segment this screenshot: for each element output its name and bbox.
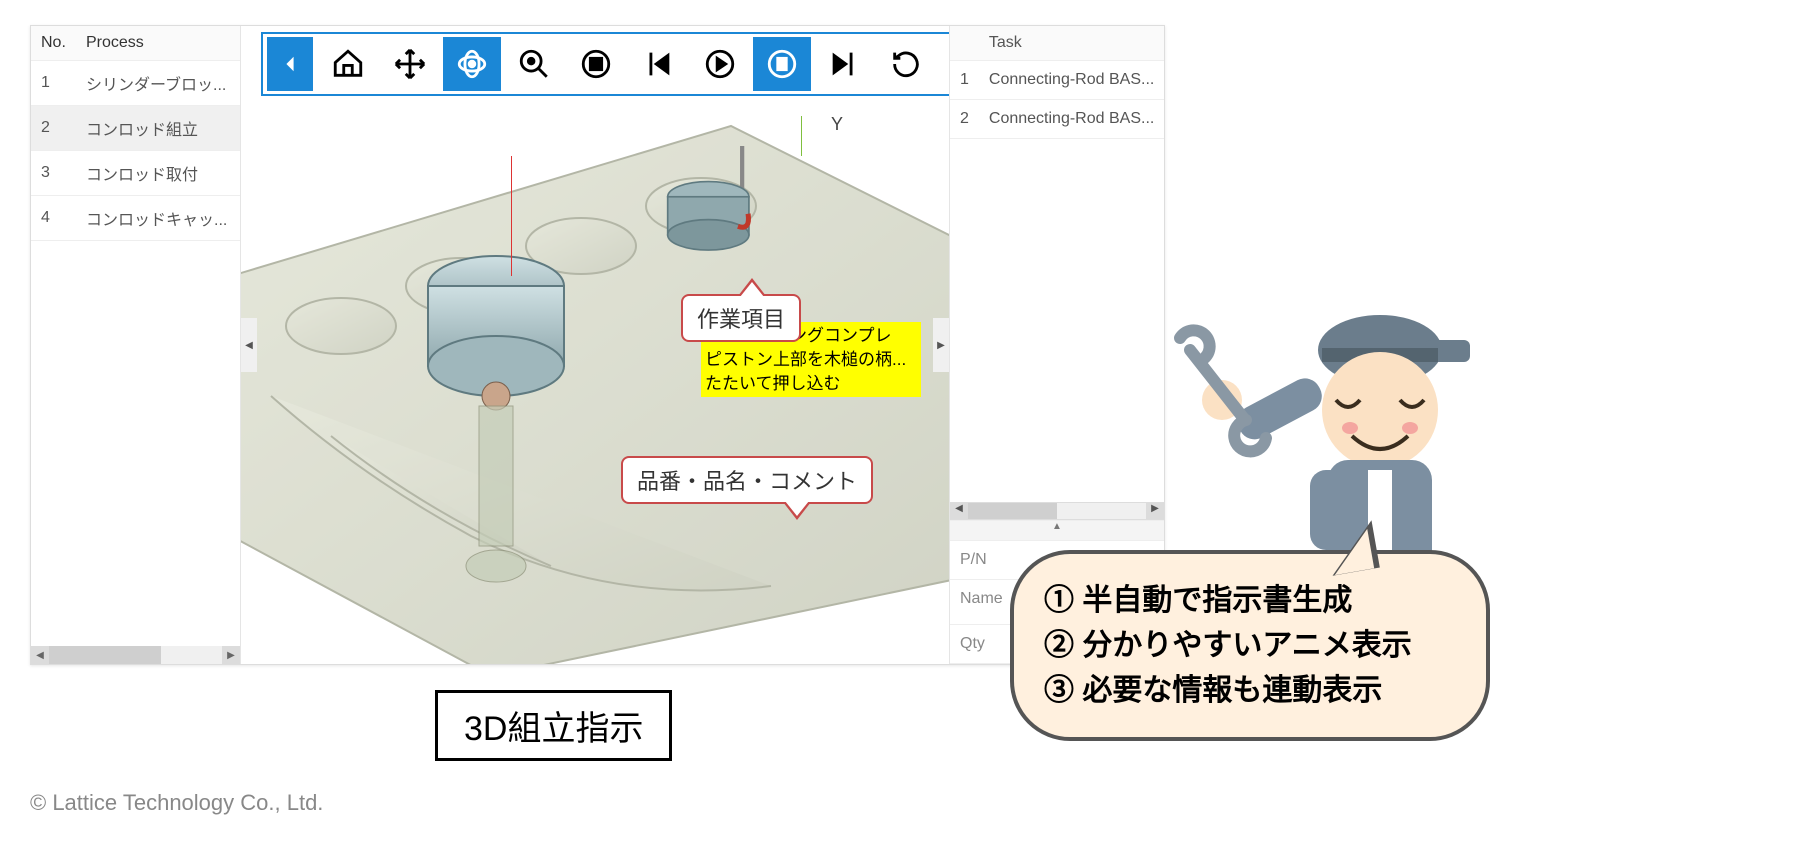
play-icon [703,47,737,81]
copyright: © Lattice Technology Co., Ltd. [30,790,323,816]
table-row[interactable]: 4 コンロッドキャッ... [31,196,240,241]
feature-speech-bubble: ① 半自動で指示書生成 ② 分かりやすいアニメ表示 ③ 必要な情報も連動表示 [1010,550,1490,741]
stop-icon [579,47,613,81]
zoom-button[interactable] [505,37,563,91]
callout-work-item: 作業項目 [681,294,801,342]
pause-button[interactable] [753,37,811,91]
table-row[interactable]: 1 シリンダーブロッ... [31,61,240,106]
y-axis-line [801,116,802,156]
process-panel: No. Process 1 シリンダーブロッ... 2 コンロッド組立 3 コン… [31,26,241,664]
pan-button[interactable] [381,37,439,91]
callout-part-info: 品番・品名・コメント [621,456,873,504]
right-panel-toggle[interactable]: ▶ [933,318,949,372]
skip-back-icon [641,47,675,81]
col-process-header: Process [76,26,240,61]
table-row[interactable]: 1Connecting-Rod BAS... [950,61,1164,100]
ring-compressor-model [651,146,791,256]
viewport[interactable]: Y ピストンリングコンプレ ピストン上部を木槌の柄... たたいて押し込む 作業… [241,26,949,664]
redo-button[interactable] [877,37,935,91]
next-button[interactable] [815,37,873,91]
3d-canvas[interactable]: Y ピストンリングコンプレ ピストン上部を木槌の柄... たたいて押し込む 作業… [241,26,949,664]
viewer-toolbar [261,32,949,96]
skip-forward-icon [827,47,861,81]
settings-button[interactable] [939,37,949,91]
process-table: No. Process 1 シリンダーブロッ... 2 コンロッド組立 3 コン… [31,26,240,241]
caption: 3D組立指示 [435,690,672,761]
prev-button[interactable] [629,37,687,91]
collapse-button[interactable] [267,37,313,91]
table-row[interactable]: 2 コンロッド組立 [31,106,240,151]
table-row[interactable]: 3 コンロッド取付 [31,151,240,196]
y-axis-label: Y [831,114,843,135]
axis-indicator [511,156,512,276]
feature-line: ① 半自動で指示書生成 [1044,578,1456,623]
move-icon [393,47,427,81]
col-no-header: No. [31,26,76,61]
scroll-right-icon[interactable]: ▶ [222,646,240,664]
right-scrollbar[interactable]: ◀ ▶ [950,502,1164,520]
scroll-left-icon[interactable]: ◀ [31,646,49,664]
zoom-icon [517,47,551,81]
left-panel-toggle[interactable]: ◀ [241,318,257,372]
play-button[interactable] [691,37,749,91]
table-row[interactable]: 2Connecting-Rod BAS... [950,100,1164,139]
home-button[interactable] [319,37,377,91]
app-window: No. Process 1 シリンダーブロッ... 2 コンロッド組立 3 コン… [30,25,1165,665]
task-table: Task 1Connecting-Rod BAS... 2Connecting-… [950,26,1164,139]
home-icon [331,47,365,81]
chevron-left-icon [281,55,299,73]
feature-line: ② 分かりやすいアニメ表示 [1044,623,1456,668]
redo-icon [889,47,923,81]
task-header: Task [979,26,1164,61]
collapse-up-icon[interactable]: ▲ [950,521,1164,541]
left-scrollbar[interactable]: ◀ ▶ [31,646,240,664]
stop-button[interactable] [567,37,625,91]
pause-icon [765,47,799,81]
feature-line: ③ 必要な情報も連動表示 [1044,668,1456,713]
orbit-icon [455,47,489,81]
orbit-button[interactable] [443,37,501,91]
